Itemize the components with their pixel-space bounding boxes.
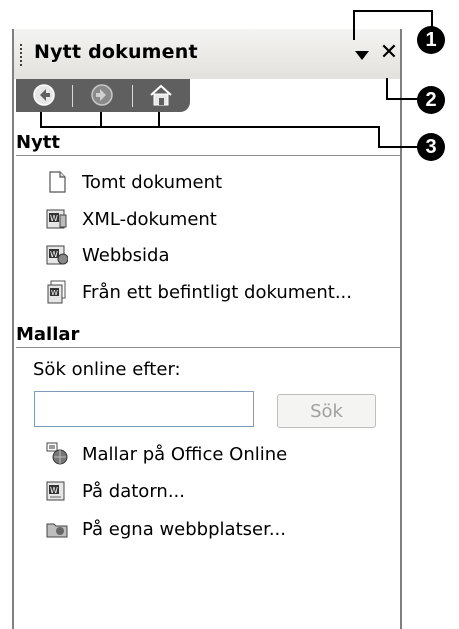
navigation-bar (16, 79, 190, 112)
task-pane-title: Nytt dokument (34, 41, 198, 63)
office-online-templates-link[interactable]: Mallar på Office Online (46, 439, 287, 469)
svg-text:W: W (50, 214, 58, 223)
callout-1-badge: 1 (417, 26, 445, 54)
section-heading-new: Nytt (16, 132, 400, 156)
callout-3-line (378, 146, 420, 148)
back-arrow-icon[interactable] (32, 83, 56, 107)
search-button[interactable]: Sök (277, 394, 376, 428)
search-online-label: Sök online efter: (33, 359, 181, 380)
blank-document-icon (46, 170, 68, 194)
forward-arrow-icon[interactable] (90, 83, 114, 107)
new-xml-document-link[interactable]: W XML-dokument (46, 204, 217, 234)
callout-2-line (386, 98, 421, 100)
nav-separator (72, 85, 73, 107)
close-icon[interactable]: ✕ (377, 40, 401, 66)
web-page-document-icon: W (46, 243, 69, 267)
callout-3-badge: 3 (417, 133, 445, 161)
item-label: Tomt dokument (82, 171, 223, 193)
item-label: Webbsida (82, 244, 170, 266)
search-input[interactable] (34, 391, 254, 427)
svg-text:W: W (50, 486, 58, 495)
task-pane: Nytt dokument ✕ Nytt Tomt dokument W XML… (12, 29, 402, 629)
callout-2-badge: 2 (417, 86, 445, 114)
callout-3-line (40, 126, 380, 128)
callout-3-line (378, 126, 380, 148)
item-label: XML-dokument (82, 208, 217, 230)
svg-text:W: W (50, 250, 58, 259)
section-heading-templates: Mallar (16, 324, 400, 348)
web-folder-icon (46, 517, 68, 541)
item-label: Från ett befintligt dokument... (82, 281, 352, 303)
svg-text:W: W (51, 289, 58, 297)
office-online-templates-icon (46, 442, 68, 466)
web-sites-templates-link[interactable]: På egna webbplatser... (46, 514, 286, 544)
task-pane-titlebar: Nytt dokument ✕ (14, 29, 400, 79)
home-icon[interactable] (148, 83, 172, 107)
new-blank-document-link[interactable]: Tomt dokument (46, 167, 222, 197)
new-web-page-link[interactable]: W Webbsida (46, 240, 170, 270)
item-label: Mallar på Office Online (82, 443, 288, 465)
item-label: På datorn... (82, 480, 185, 502)
existing-document-icon: W (46, 280, 68, 304)
callout-2-line (386, 78, 388, 100)
xml-word-document-icon: W (46, 207, 68, 231)
nav-separator (132, 85, 133, 107)
drag-grip-handle[interactable] (20, 44, 25, 66)
item-label: På egna webbplatser... (82, 518, 286, 540)
computer-templates-link[interactable]: W På datorn... (46, 476, 185, 506)
computer-templates-icon: W (46, 479, 68, 503)
callout-1-line (353, 10, 355, 40)
new-from-existing-link[interactable]: W Från ett befintligt dokument... (46, 277, 352, 307)
dropdown-triangle-icon[interactable] (349, 44, 375, 66)
callout-1-line (353, 10, 433, 12)
